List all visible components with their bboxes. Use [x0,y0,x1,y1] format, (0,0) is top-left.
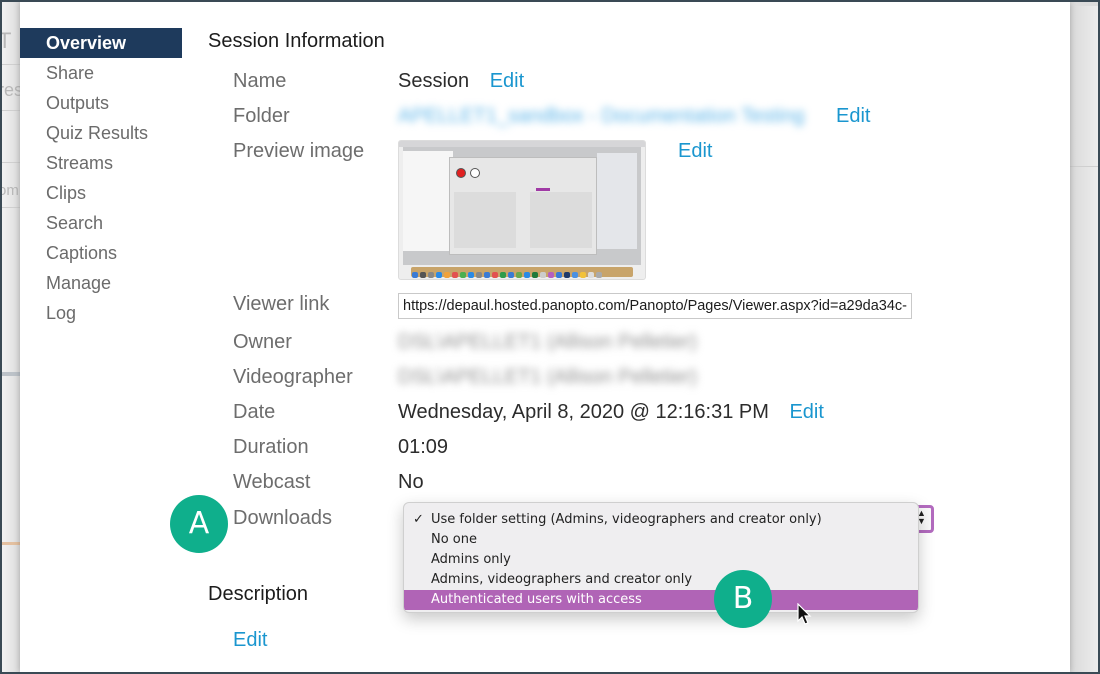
background-page-right [1068,2,1098,672]
name-value-row: Session Edit [398,70,524,93]
owner-label: Owner [233,331,292,353]
nav-item-search[interactable]: Search [20,208,182,238]
duration-label: Duration [233,436,309,458]
name-label: Name [233,70,287,92]
edit-folder-wrapper: Edit [836,105,870,128]
downloads-option-authenticated-users[interactable]: Authenticated users with access [404,590,918,610]
nav-item-share[interactable]: Share [20,58,182,88]
webcast-label: Webcast [233,471,311,493]
edit-description-link[interactable]: Edit [233,629,267,651]
background-page-left: T res om [2,2,23,672]
date-label: Date [233,401,276,423]
downloads-dropdown-menu: ✓ Use folder setting (Admins, videograph… [403,502,919,613]
edit-preview-wrapper: Edit [678,140,712,163]
downloads-label: Downloads [233,507,332,529]
option-label: Admins, videographers and creator only [431,572,693,587]
nav-item-quiz-results[interactable]: Quiz Results [20,118,182,148]
overview-content: Session Information Name Session Edit Fo… [208,2,1058,672]
session-name: Session [398,70,470,92]
nav-item-clips[interactable]: Clips [20,178,182,208]
duration-value: 01:09 [398,436,449,458]
edit-folder-link[interactable]: Edit [836,105,870,127]
folder-label: Folder [233,105,290,127]
option-label: Admins only [431,552,511,567]
downloads-option-use-folder-setting[interactable]: ✓ Use folder setting (Admins, videograph… [404,510,918,530]
downloads-option-no-one[interactable]: No one [404,530,918,550]
date-value-row: Wednesday, April 8, 2020 @ 12:16:31 PM E… [398,401,824,424]
nav-item-captions[interactable]: Captions [20,238,182,268]
downloads-option-admins-videographers-creator[interactable]: Admins, videographers and creator only [404,570,918,590]
downloads-option-admins-only[interactable]: Admins only [404,550,918,570]
nav-item-streams[interactable]: Streams [20,148,182,178]
nav-item-manage[interactable]: Manage [20,268,182,298]
option-label: No one [431,532,478,547]
nav-item-outputs[interactable]: Outputs [20,88,182,118]
edit-date-link[interactable]: Edit [789,401,823,423]
dock [411,267,633,278]
edit-preview-image-link[interactable]: Edit [678,140,712,162]
option-label: Use folder setting (Admins, videographer… [431,512,822,527]
option-label: Authenticated users with access [431,592,642,607]
callout-badge-b: B [714,570,772,628]
session-information-heading: Session Information [208,30,385,52]
edit-description-wrapper: Edit [233,629,267,652]
videographer-value: DSL\APELLET1 (Allison Pelletier) [398,366,698,388]
date-value: Wednesday, April 8, 2020 @ 12:16:31 PM [398,401,769,423]
checkmark-icon: ✓ [413,512,424,527]
edit-name-link[interactable]: Edit [490,70,524,92]
session-settings-dialog: Overview Share Outputs Quiz Results Stre… [20,2,1070,672]
preview-image-thumbnail [398,140,646,280]
videographer-label: Videographer [233,366,353,388]
preview-image-label: Preview image [233,140,365,162]
viewer-link-input[interactable] [398,293,912,319]
background-text: T [2,28,12,53]
folder-value-row: APELLET1_sandbox - Documentation Testing [398,105,805,128]
description-heading: Description [208,583,309,605]
nav-item-log[interactable]: Log [20,298,182,328]
screen: T res om Overview Share Outputs Quiz Res… [2,2,1098,672]
viewer-link-label: Viewer link [233,293,330,315]
mouse-pointer-icon [797,603,812,625]
record-icon [456,168,466,178]
nav-item-overview[interactable]: Overview [20,28,182,58]
webcast-value: No [398,471,424,493]
callout-badge-a: A [170,495,228,553]
settings-nav: Overview Share Outputs Quiz Results Stre… [20,28,182,328]
background-text: om [2,182,19,199]
owner-value: DSL\APELLET1 (Allison Pelletier) [398,331,698,353]
folder-link[interactable]: APELLET1_sandbox - Documentation Testing [398,105,805,127]
pause-icon [470,168,480,178]
